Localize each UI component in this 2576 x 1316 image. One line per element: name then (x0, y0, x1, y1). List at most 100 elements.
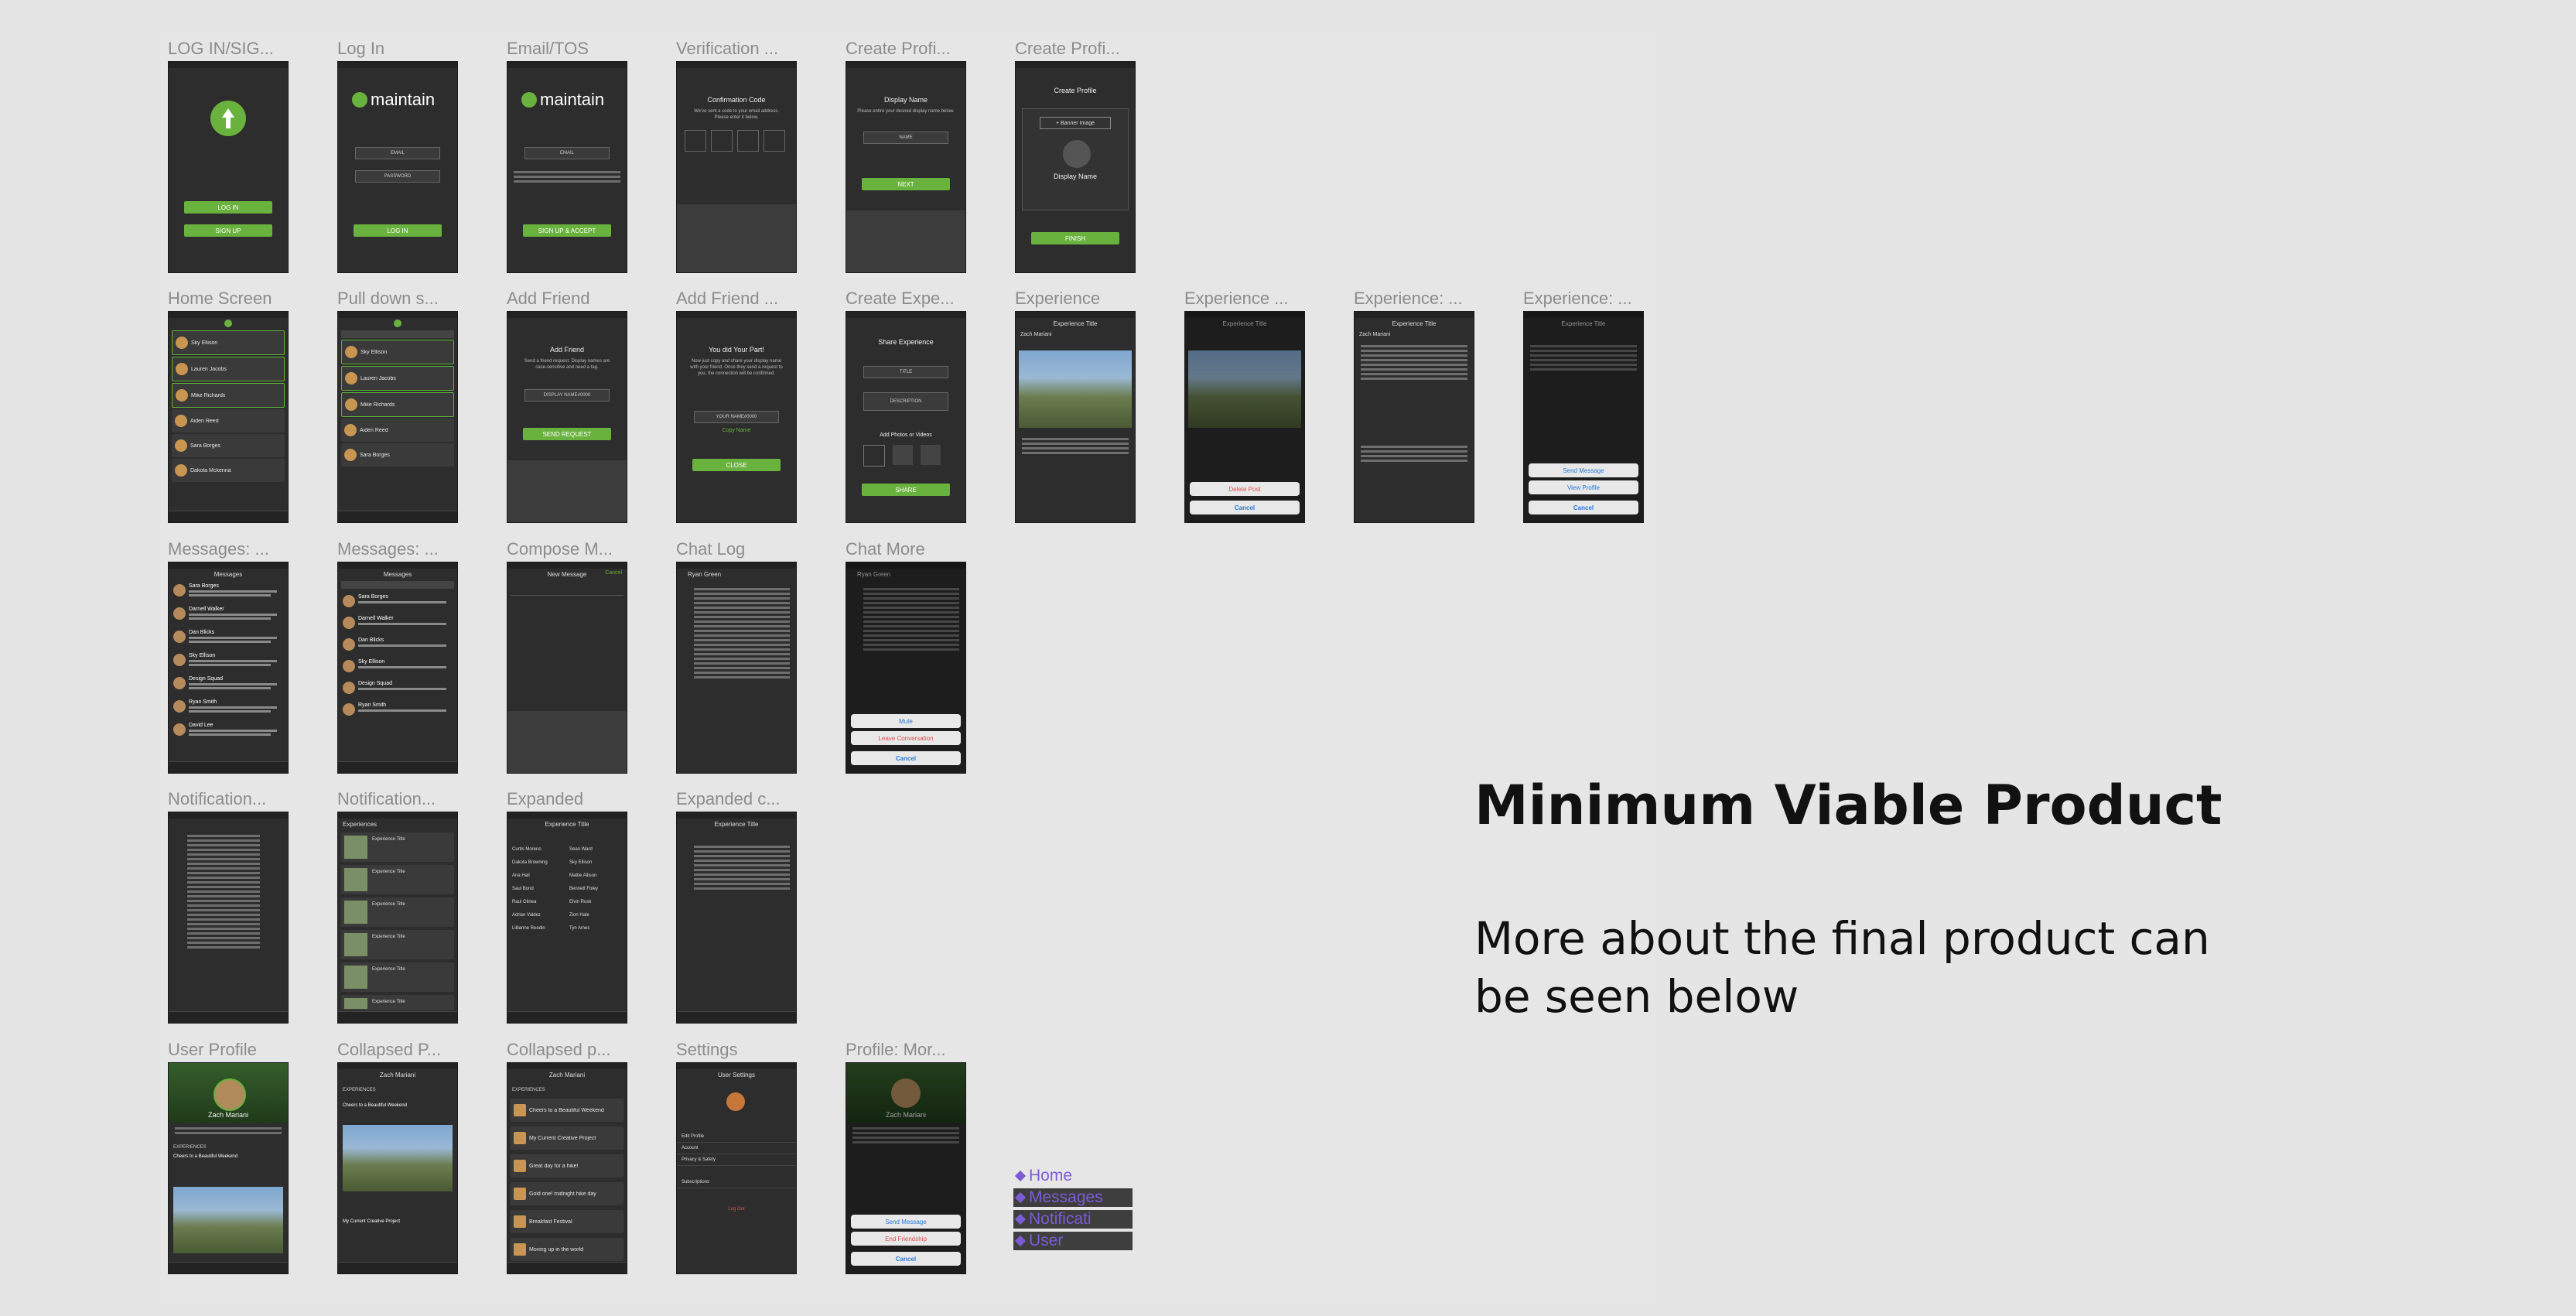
list-item[interactable]: Darnell Walker (172, 604, 285, 626)
frame-label[interactable]: Compose M... (507, 539, 630, 559)
list-item[interactable]: Dakota Mckenna (172, 459, 285, 482)
experience-card-title[interactable]: My Current Creative Project (343, 1219, 400, 1224)
delete-post-button[interactable]: Delete Post (1190, 482, 1300, 496)
frame-label[interactable]: Log In (337, 39, 461, 59)
tab-bar[interactable] (338, 1011, 457, 1023)
cancel-button[interactable]: Cancel (1190, 501, 1300, 514)
list-item[interactable]: Lauren Jacobs (341, 366, 454, 391)
keyboard[interactable] (507, 711, 627, 773)
frame-label[interactable]: Notification... (337, 789, 461, 809)
screen-experience-comments[interactable]: Experience Title Zach Mariani (1354, 311, 1474, 523)
screen-collapsed-profile[interactable]: Zach Mariani EXPERIENCES Cheers to a Bea… (337, 1062, 458, 1274)
email-field[interactable]: EMAIL (524, 147, 610, 159)
person-name[interactable]: Tyn Ames (569, 922, 624, 935)
experience-card[interactable]: Experience Title (341, 897, 454, 927)
person-name[interactable]: Bennett Foley (569, 883, 624, 896)
logout-button[interactable]: Log Out (677, 1207, 796, 1212)
display-name-field[interactable]: DISPLAY NAME#0000 (524, 389, 610, 402)
list-item[interactable]: Mike Richards (172, 383, 285, 408)
nav-item-messages[interactable]: Messages (1013, 1188, 1133, 1207)
list-item[interactable]: Design Squad (341, 679, 454, 700)
settings-item[interactable]: Privacy & Safety (677, 1154, 796, 1166)
list-item[interactable]: Dan Blicks (172, 627, 285, 649)
frame-label[interactable]: Messages: ... (168, 539, 292, 559)
frame-label[interactable]: Messages: ... (337, 539, 461, 559)
copy-name-link[interactable]: Copy Name (677, 428, 796, 433)
list-item[interactable]: Sara Borges (341, 592, 454, 614)
frame-label[interactable]: Notification... (168, 789, 292, 809)
person-name[interactable]: Sean Ward (569, 843, 624, 856)
frame-label[interactable]: Experience ... (1184, 289, 1308, 309)
person-name[interactable]: Ana Hall (512, 870, 563, 883)
screen-experience-user-menu[interactable]: Experience Title Send Message View Profi… (1523, 311, 1644, 523)
finish-button[interactable]: FINISH (1031, 232, 1119, 244)
frame-label[interactable]: LOG IN/SIG... (168, 39, 292, 59)
email-field[interactable]: EMAIL (355, 147, 440, 159)
cancel-button[interactable]: Cancel (851, 1252, 961, 1266)
description-field[interactable]: DESCRIPTION (863, 392, 948, 411)
tab-bar[interactable] (677, 1011, 796, 1023)
person-name[interactable]: Mattie Allison (569, 870, 624, 883)
experience-card-title[interactable]: Cheers to a Beautiful Weekend (173, 1154, 237, 1159)
list-item[interactable]: Cheers to a Beautiful Weekend (511, 1099, 624, 1122)
list-item[interactable]: Lauren Jacobs (172, 357, 285, 381)
frame-label[interactable]: Expanded (507, 789, 630, 809)
screen-messages-search[interactable]: Messages Sara Borges Darnell Walker Dan … (337, 562, 458, 774)
title-field[interactable]: TITLE (863, 366, 948, 378)
list-item[interactable]: My Current Creative Project (511, 1126, 624, 1150)
nav-item-home[interactable]: Home (1013, 1167, 1133, 1185)
person-name[interactable]: Elvin Rusk (569, 896, 624, 909)
frame-label[interactable]: Create Profi... (846, 39, 969, 59)
nav-item-notifications[interactable]: Notificati (1013, 1210, 1133, 1229)
cancel-button[interactable]: Cancel (851, 751, 961, 765)
list-item[interactable]: Gold one! midnight hike day (511, 1182, 624, 1205)
person-name[interactable]: Zion Hale (569, 909, 624, 922)
screen-experience-delete[interactable]: Experience Title Delete Post Cancel (1184, 311, 1305, 523)
end-friendship-button[interactable]: End Friendship (851, 1232, 961, 1246)
cancel-link[interactable]: Cancel (605, 570, 622, 576)
person-name[interactable]: Dakota Browning (512, 856, 563, 870)
screen-chat-more[interactable]: Ryan Green Mute Leave Conversation Cance… (846, 562, 966, 774)
keyboard[interactable] (507, 460, 627, 522)
search-input[interactable] (341, 581, 454, 589)
next-button[interactable]: NEXT (862, 178, 950, 190)
cancel-button[interactable]: Cancel (1529, 501, 1638, 514)
screen-email-tos[interactable]: maintain EMAIL SIGN UP & ACCEPT (507, 61, 627, 273)
send-message-button[interactable]: Send Message (851, 1215, 961, 1229)
your-name-field[interactable]: YOUR NAME#0000 (694, 411, 779, 423)
frame-label[interactable]: Expanded c... (676, 789, 800, 809)
screen-create-experience[interactable]: Share Experience TITLE DESCRIPTION Add P… (846, 311, 966, 523)
close-button[interactable]: CLOSE (692, 459, 781, 471)
screen-home[interactable]: Sky Ellison Lauren Jacobs Mike Richards … (168, 311, 289, 523)
experience-card[interactable]: Experience Title (341, 865, 454, 894)
send-request-button[interactable]: SEND REQUEST (523, 428, 611, 440)
screen-log-in[interactable]: maintain EMAIL PASSWORD LOG IN (337, 61, 458, 273)
frame-label[interactable]: Profile: Mor... (846, 1040, 969, 1060)
screen-profile-more[interactable]: Zach Mariani Send Message End Friendship… (846, 1062, 966, 1274)
person-name[interactable]: Sky Ellison (569, 856, 624, 870)
list-item[interactable]: Ryan Smith (172, 697, 285, 719)
frame-label[interactable]: Collapsed P... (337, 1040, 461, 1060)
list-item[interactable]: Dan Blicks (341, 635, 454, 657)
frame-label[interactable]: Add Friend ... (676, 289, 800, 309)
settings-item[interactable]: Edit Profile (677, 1131, 796, 1143)
search-input[interactable] (341, 330, 454, 338)
frame-label[interactable]: Settings (676, 1040, 800, 1060)
tab-bar[interactable] (338, 1262, 457, 1273)
view-profile-button[interactable]: View Profile (1529, 480, 1638, 494)
frame-label[interactable]: User Profile (168, 1040, 292, 1060)
experience-card-title[interactable]: Cheers to a Beautiful Weekend (343, 1103, 407, 1108)
experience-card[interactable]: Experience Title (341, 832, 454, 862)
send-message-button[interactable]: Send Message (1529, 463, 1638, 477)
author-name[interactable]: Zach Mariani (1020, 332, 1051, 337)
frame-label[interactable]: Add Friend (507, 289, 630, 309)
tab-bar[interactable] (169, 761, 288, 773)
list-item[interactable]: Aiden Reed (172, 409, 285, 432)
screen-add-friend[interactable]: Add Friend Send a friend request. Displa… (507, 311, 627, 523)
tab-bar[interactable] (169, 1011, 288, 1023)
experience-card[interactable]: Experience Title (341, 962, 454, 992)
password-field[interactable]: PASSWORD (355, 170, 440, 183)
screen-verification[interactable]: Confirmation Code We've sent a code to y… (676, 61, 797, 273)
signup-accept-button[interactable]: SIGN UP & ACCEPT (523, 224, 611, 237)
screen-collapsed-profile-list[interactable]: Zach Mariani EXPERIENCES Cheers to a Bea… (507, 1062, 627, 1274)
